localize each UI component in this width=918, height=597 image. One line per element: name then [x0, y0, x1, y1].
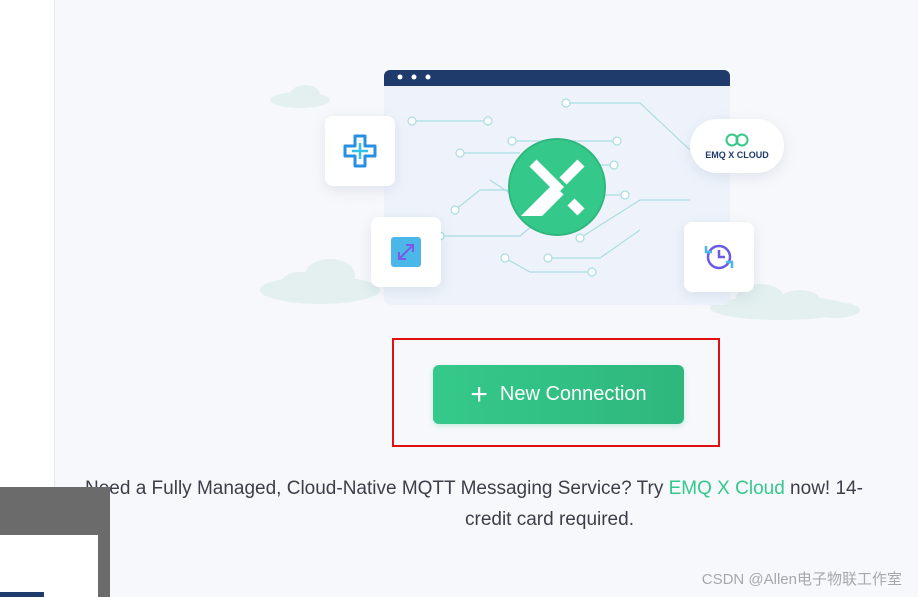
new-connection-button[interactable]: + New Connection	[433, 365, 684, 424]
overlay-window-body	[0, 535, 98, 597]
history-clock-icon	[704, 244, 734, 270]
overlay-window-strip	[0, 592, 44, 597]
promo-text-line2: credit card required.	[465, 509, 634, 530]
promo-text-after: now! 14-	[784, 478, 863, 499]
cloud-logo-icon	[725, 133, 749, 146]
illustration-svg	[260, 70, 860, 320]
emqx-cloud-badge: EMQ X CLOUD	[690, 119, 784, 173]
emqx-cloud-link[interactable]: EMQ X Cloud	[669, 478, 785, 499]
cloud-badge-label: EMQ X CLOUD	[705, 149, 769, 160]
plugin-card	[325, 116, 395, 186]
plus-cross-icon	[343, 134, 377, 168]
expand-icon	[391, 237, 421, 267]
overlay-window	[0, 487, 110, 597]
history-card	[684, 222, 754, 292]
promo-text-before: Need a Fully Managed, Cloud-Native MQTT …	[85, 478, 669, 499]
watermark: CSDN @Allen电子物联工作室	[701, 571, 902, 588]
welcome-illustration: EMQ X CLOUD	[0, 0, 918, 330]
mqttx-logo-icon	[508, 138, 606, 236]
plus-icon: +	[470, 377, 488, 411]
expand-card	[371, 217, 441, 287]
new-connection-label: New Connection	[499, 383, 647, 405]
